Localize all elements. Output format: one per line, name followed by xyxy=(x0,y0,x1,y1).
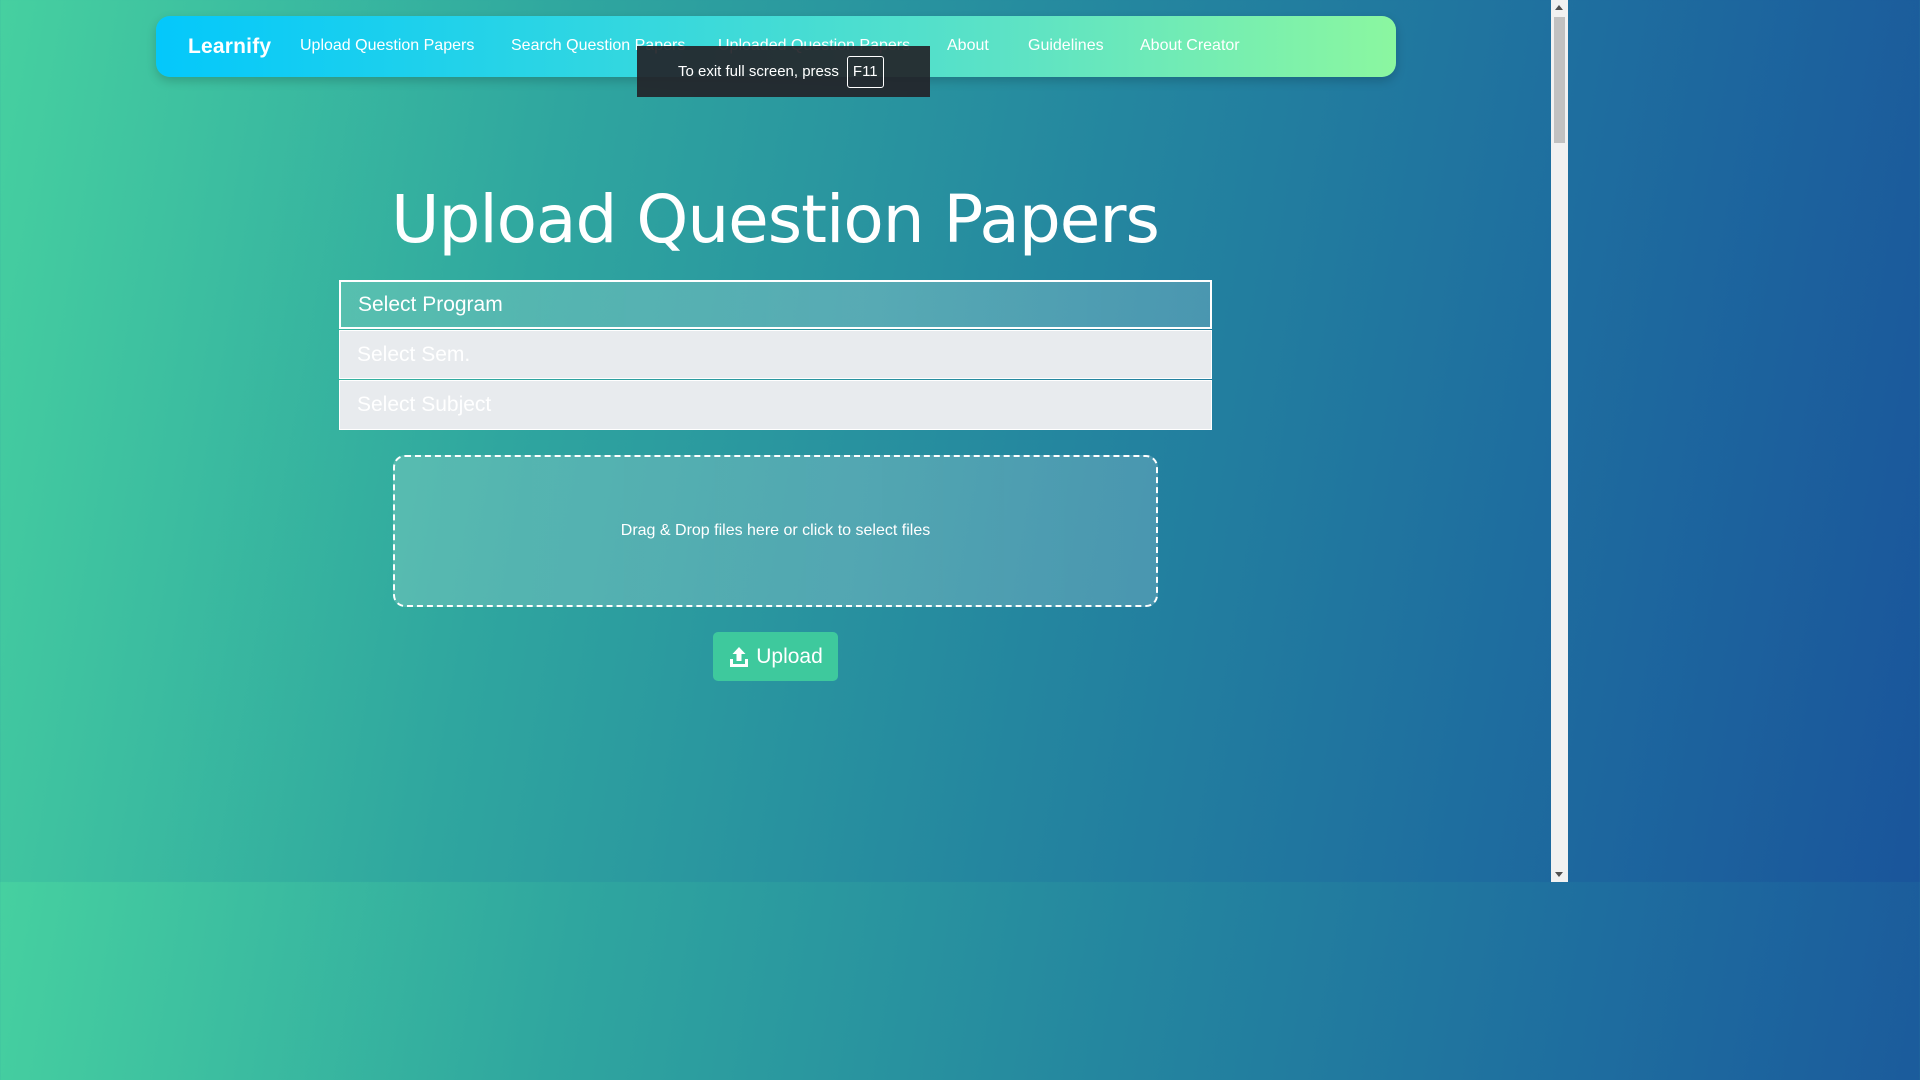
nav-link-guidelines[interactable]: Guidelines xyxy=(1028,37,1104,55)
program-select[interactable]: Select Program xyxy=(339,280,1212,329)
scroll-down-icon[interactable] xyxy=(1555,872,1563,877)
file-dropzone[interactable]: Drag & Drop files here or click to selec… xyxy=(393,455,1158,607)
sem-select-label: Select Sem. xyxy=(357,342,471,366)
nav-link-about-creator[interactable]: About Creator xyxy=(1140,37,1240,55)
dropzone-text: Drag & Drop files here or click to selec… xyxy=(620,522,931,539)
upload-icon xyxy=(730,646,749,667)
fullscreen-exit-toast: To exit full screen, press F11 xyxy=(637,46,930,97)
sem-select[interactable]: Select Sem. xyxy=(339,330,1212,379)
scroll-up-icon[interactable] xyxy=(1555,5,1563,10)
subject-select-label: Select Subject xyxy=(357,393,492,416)
toast-key: F11 xyxy=(846,55,884,88)
brand-logo[interactable]: Learnify xyxy=(188,35,271,59)
upload-button-label: Upload xyxy=(756,644,823,668)
upload-button[interactable]: Upload xyxy=(713,632,838,681)
nav-link-about[interactable]: About xyxy=(947,37,989,55)
page-scrollbar[interactable] xyxy=(1551,0,1568,882)
toast-text: To exit full screen, press xyxy=(678,63,839,80)
nav-link-upload-question-papers[interactable]: Upload Question Papers xyxy=(300,37,474,55)
subject-select[interactable]: Select Subject xyxy=(339,380,1212,430)
page-title: Upload Question Papers xyxy=(391,181,1160,258)
scroll-thumb[interactable] xyxy=(1554,17,1565,143)
program-select-label: Select Program xyxy=(358,292,503,316)
